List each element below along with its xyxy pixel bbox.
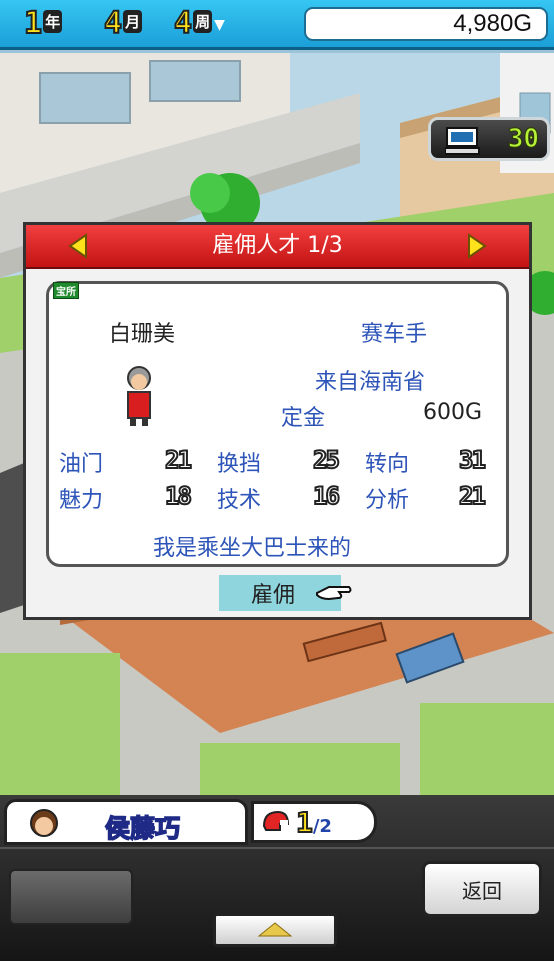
- action-panel: 返回: [0, 847, 554, 961]
- year-display: 1年: [23, 5, 63, 42]
- staff-count-tab[interactable]: 1/2: [251, 801, 377, 843]
- blank-slot-button[interactable]: [9, 869, 133, 925]
- top-status-bar: 1年 4月 4 周 ▼ 4,980G: [0, 0, 554, 50]
- stat-label-skill: 技术: [217, 488, 262, 513]
- stat-value-analysis: 21: [458, 481, 487, 511]
- hire-talent-dialog: 雇佣人才 1/3 宝所 白珊美 赛车手 来自海南省 定金 600G 油门 21 …: [23, 222, 532, 620]
- hire-button-label: 雇佣: [251, 583, 296, 608]
- bottom-panel: 侯藤巧 1/2 返回: [0, 795, 554, 961]
- staff-name-tab[interactable]: 侯藤巧: [4, 799, 248, 845]
- staff-count: 1/2: [295, 805, 332, 840]
- money-display: 4,980G: [304, 7, 548, 41]
- deposit-label: 定金: [281, 406, 326, 431]
- month-display: 4月: [103, 5, 143, 42]
- previous-candidate-arrow-icon[interactable]: [66, 233, 92, 259]
- stat-label-gearshift: 换挡: [217, 452, 262, 477]
- computer-icon: [445, 127, 480, 155]
- triangle-up-icon: [257, 921, 293, 936]
- next-candidate-arrow-icon[interactable]: [463, 233, 489, 259]
- candidate-avatar: [127, 366, 151, 426]
- stat-value-steering: 31: [458, 445, 487, 475]
- year-number: 1: [23, 5, 43, 42]
- back-button[interactable]: 返回: [422, 861, 542, 917]
- candidate-quote: 我是乘坐大巴士来的: [153, 536, 352, 561]
- candidate-origin: 来自海南省: [315, 370, 426, 395]
- week-label: 周: [193, 10, 213, 33]
- hire-button[interactable]: 雇佣: [219, 575, 352, 611]
- pointing-hand-icon: [316, 586, 352, 601]
- deposit-value: 600G: [423, 400, 483, 425]
- candidate-card: 宝所 白珊美 赛车手 来自海南省 定金 600G 油门 21 换挡 25 转向 …: [46, 281, 509, 567]
- stat-label-analysis: 分析: [365, 488, 410, 513]
- stat-label-steering: 转向: [365, 452, 410, 477]
- stat-value-gearshift: 25: [312, 445, 341, 475]
- stat-label-throttle: 油门: [59, 452, 104, 477]
- week-display[interactable]: 4 周 ▼: [173, 5, 225, 42]
- stat-label-charm: 魅力: [59, 488, 104, 513]
- pc-count-value: 30: [507, 124, 539, 155]
- month-label: 月: [123, 10, 143, 33]
- candidate-name: 白珊美: [109, 322, 176, 347]
- pc-count-badge[interactable]: 30: [428, 117, 550, 161]
- month-number: 4: [103, 5, 123, 42]
- candidate-job: 赛车手: [361, 322, 428, 347]
- racer-helmet-icon: [262, 810, 290, 831]
- chevron-down-icon[interactable]: ▼: [214, 17, 225, 33]
- staff-name: 侯藤巧: [104, 813, 181, 844]
- week-number: 4: [173, 5, 193, 42]
- expand-menu-button[interactable]: [213, 913, 337, 947]
- year-label: 年: [43, 10, 63, 33]
- staff-count-current: 1: [295, 805, 314, 840]
- stat-value-skill: 16: [312, 481, 341, 511]
- stat-value-charm: 18: [164, 481, 193, 511]
- staff-count-total: /2: [312, 816, 332, 837]
- dialog-header: 雇佣人才 1/3: [26, 225, 529, 269]
- dialog-title: 雇佣人才 1/3: [212, 233, 343, 258]
- role-tag-badge: 宝所: [53, 282, 79, 299]
- stat-value-throttle: 21: [164, 445, 193, 475]
- staff-avatar-icon: [30, 809, 58, 837]
